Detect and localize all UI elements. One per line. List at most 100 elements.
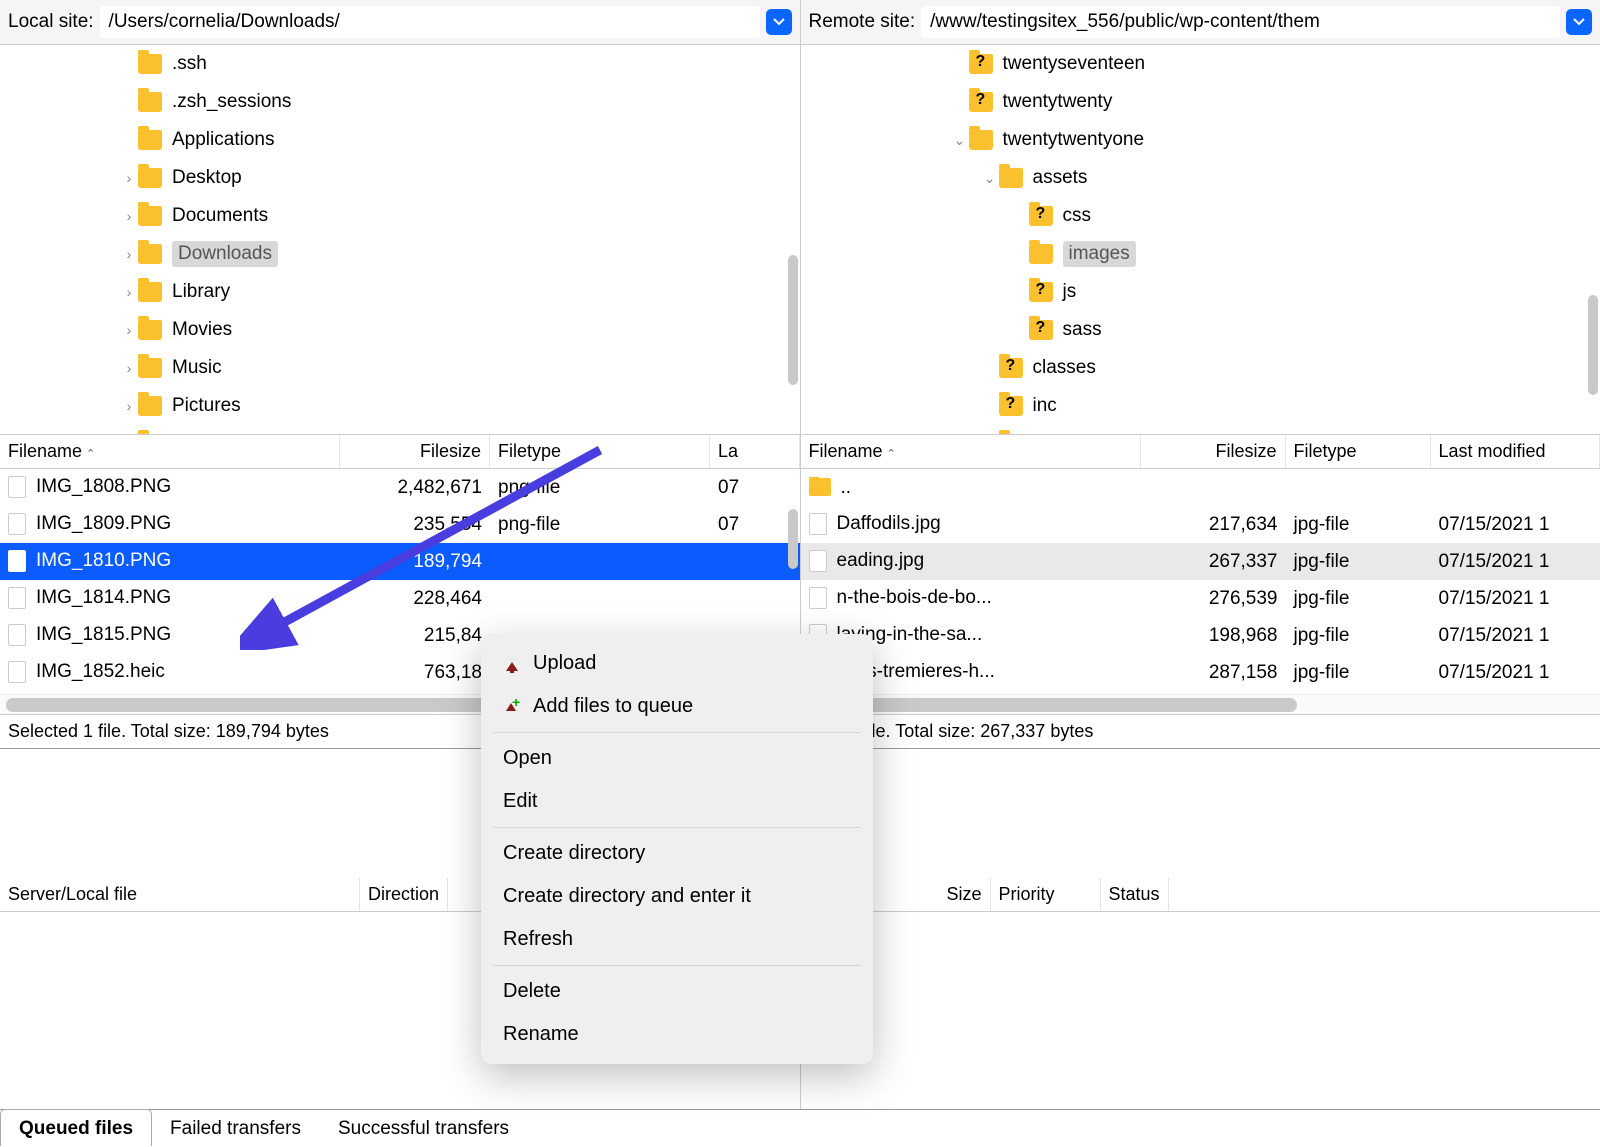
tree-item[interactable]: inc xyxy=(801,387,1600,425)
tree-item[interactable]: ›Desktop xyxy=(0,159,800,197)
tree-item[interactable]: css xyxy=(801,197,1600,235)
expand-arrow-icon[interactable]: › xyxy=(120,360,138,376)
ctx-create-dir[interactable]: Create directory xyxy=(481,832,873,875)
tree-item[interactable]: ›Downloads xyxy=(0,235,800,273)
local-path-input[interactable]: /Users/cornelia/Downloads/ xyxy=(100,6,760,38)
col-filename[interactable]: Filename⌃ xyxy=(0,435,340,468)
tree-item[interactable]: Applications xyxy=(0,121,800,159)
tree-item[interactable]: sass xyxy=(801,311,1600,349)
tree-item-label: classes xyxy=(1033,357,1096,379)
file-row[interactable]: Daffodils.jpg217,634jpg-file07/15/2021 1 xyxy=(801,506,1600,543)
local-column-headers[interactable]: Filename⌃ Filesize Filetype La xyxy=(0,435,800,469)
folder-icon xyxy=(999,396,1023,416)
file-row[interactable]: IMG_1814.PNG228,464 xyxy=(0,580,800,617)
tree-item[interactable]: › Library xyxy=(0,273,800,311)
ctx-rename[interactable]: Rename xyxy=(481,1013,873,1056)
col-direction[interactable]: Direction xyxy=(360,878,448,911)
local-tree[interactable]: .ssh.zsh_sessionsApplications›Desktop›Do… xyxy=(0,45,800,435)
ctx-add-to-queue[interactable]: Add files to queue xyxy=(481,685,873,728)
file-row[interactable]: IMG_1810.PNG189,794 xyxy=(0,543,800,580)
tree-item[interactable]: .ssh xyxy=(0,45,800,83)
expand-arrow-icon[interactable]: ⌄ xyxy=(951,132,969,149)
ctx-delete[interactable]: Delete xyxy=(481,970,873,1013)
queue-columns-right[interactable]: Size Priority Status xyxy=(801,878,1600,912)
expand-arrow-icon[interactable]: › xyxy=(120,322,138,338)
file-row[interactable]: IMG_1808.PNG2,482,671png-file07 xyxy=(0,469,800,506)
folder-icon xyxy=(138,244,162,264)
file-row[interactable]: oses-tremieres-h...287,158jpg-file07/15/… xyxy=(801,654,1600,691)
tree-item[interactable]: ⌄twentytwentyone xyxy=(801,121,1600,159)
col-server-local[interactable]: Server/Local file xyxy=(0,878,360,911)
tab-queued-files[interactable]: Queued files xyxy=(0,1109,152,1146)
file-icon xyxy=(809,513,827,535)
expand-arrow-icon[interactable]: › xyxy=(120,246,138,262)
tree-item[interactable]: .zsh_sessions xyxy=(0,83,800,121)
tree-item-label: twentytwenty xyxy=(1003,91,1113,113)
remote-path-dropdown[interactable] xyxy=(1566,9,1592,35)
tree-item[interactable]: images xyxy=(801,235,1600,273)
tree-item[interactable]: template-parts xyxy=(801,425,1600,435)
tree-item[interactable]: ›Movies xyxy=(0,311,800,349)
ctx-open[interactable]: Open xyxy=(481,737,873,780)
file-row[interactable]: n-the-bois-de-bo...276,539jpg-file07/15/… xyxy=(801,580,1600,617)
col-status[interactable]: Status xyxy=(1101,878,1169,911)
scrollbar-thumb[interactable] xyxy=(1588,295,1598,395)
col-filesize[interactable]: Filesize xyxy=(1141,435,1286,468)
tree-item-label: .zsh_sessions xyxy=(172,91,291,113)
upload-arrow-icon xyxy=(503,656,519,672)
expand-arrow-icon[interactable]: › xyxy=(120,208,138,224)
remote-status: cted 1 file. Total size: 267,337 bytes xyxy=(801,714,1600,749)
ctx-refresh[interactable]: Refresh xyxy=(481,918,873,961)
sort-asc-icon: ⌃ xyxy=(887,448,896,460)
expand-arrow-icon[interactable]: › xyxy=(120,284,138,300)
tree-item[interactable]: ›Pictures xyxy=(0,387,800,425)
remote-file-list[interactable]: ..Daffodils.jpg217,634jpg-file07/15/2021… xyxy=(801,469,1600,694)
tree-item[interactable]: ⌄assets xyxy=(801,159,1600,197)
expand-arrow-icon[interactable]: › xyxy=(120,398,138,414)
col-filetype[interactable]: Filetype xyxy=(490,435,710,468)
tree-item[interactable]: ›Documents xyxy=(0,197,800,235)
file-name: Daffodils.jpg xyxy=(837,514,941,535)
file-row[interactable]: IMG_1809.PNG235,554png-file07 xyxy=(0,506,800,543)
add-queue-icon xyxy=(503,699,519,715)
tab-failed-transfers[interactable]: Failed transfers xyxy=(152,1110,320,1147)
file-type: jpg-file xyxy=(1286,551,1431,573)
ctx-create-dir-enter[interactable]: Create directory and enter it xyxy=(481,875,873,918)
ctx-edit[interactable]: Edit xyxy=(481,780,873,823)
tree-item[interactable]: twentyseventeen xyxy=(801,45,1600,83)
file-modified: 07/15/2021 1 xyxy=(1431,625,1600,647)
expand-arrow-icon[interactable]: ⌄ xyxy=(981,170,999,187)
ctx-upload[interactable]: Upload xyxy=(481,642,873,685)
file-row[interactable]: .. xyxy=(801,469,1600,506)
col-priority[interactable]: Priority xyxy=(991,878,1101,911)
scrollbar-thumb[interactable] xyxy=(788,255,798,385)
file-row[interactable]: laying-in-the-sa...198,968jpg-file07/15/… xyxy=(801,617,1600,654)
col-filetype[interactable]: Filetype xyxy=(1286,435,1431,468)
remote-pane: Remote site: /www/testingsitex_556/publi… xyxy=(801,0,1600,878)
file-modified: 07 xyxy=(710,514,800,536)
file-row[interactable]: eading.jpg267,337jpg-file07/15/2021 1 xyxy=(801,543,1600,580)
tree-item[interactable]: js xyxy=(801,273,1600,311)
col-filesize[interactable]: Filesize xyxy=(340,435,490,468)
col-filename[interactable]: Filename⌃ xyxy=(801,435,1141,468)
folder-icon xyxy=(138,206,162,226)
tree-item[interactable]: twentytwenty xyxy=(801,83,1600,121)
remote-tree[interactable]: twentyseventeen twentytwenty ⌄twentytwenty… xyxy=(801,45,1600,435)
tab-successful-transfers[interactable]: Successful transfers xyxy=(320,1110,528,1147)
file-size: 2,482,671 xyxy=(340,477,490,499)
scrollbar-thumb[interactable] xyxy=(788,509,798,569)
col-modified[interactable]: Last modified xyxy=(1431,435,1600,468)
file-size: 287,158 xyxy=(1141,662,1286,684)
expand-arrow-icon[interactable]: › xyxy=(120,170,138,186)
remote-path-input[interactable]: /www/testingsitex_556/public/wp-content/… xyxy=(921,6,1560,38)
tree-item[interactable]: Public xyxy=(0,425,800,435)
local-path-dropdown[interactable] xyxy=(766,9,792,35)
tree-item[interactable]: classes xyxy=(801,349,1600,387)
local-site-label: Local site: xyxy=(8,11,94,33)
remote-hscroll[interactable] xyxy=(801,694,1600,714)
col-modified[interactable]: La xyxy=(710,435,800,468)
tree-item-label: Library xyxy=(172,281,230,303)
remote-column-headers[interactable]: Filename⌃ Filesize Filetype Last modifie… xyxy=(801,435,1600,469)
tree-item[interactable]: ›Music xyxy=(0,349,800,387)
folder-icon xyxy=(969,54,993,74)
